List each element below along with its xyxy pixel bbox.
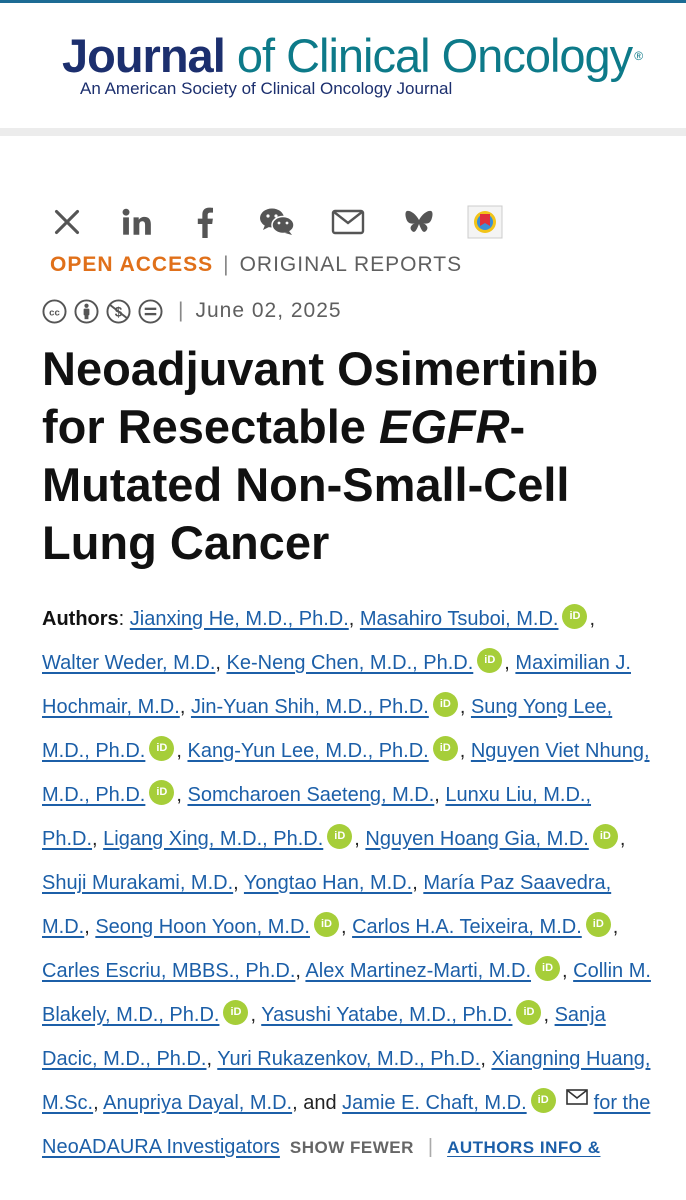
orcid-icon[interactable]: iD: [592, 824, 618, 849]
orcid-icon[interactable]: iD: [327, 824, 353, 849]
author-comma: ,: [340, 916, 353, 938]
author-link[interactable]: Anupriya Dayal, M.D.: [103, 1092, 292, 1114]
author-comma: ,: [176, 784, 188, 806]
author-link-last[interactable]: Jamie E. Chaft, M.D.: [342, 1092, 527, 1114]
article-meta-line: OPEN ACCESS | ORIGINAL REPORTS: [50, 253, 462, 277]
email-icon[interactable]: [325, 200, 371, 244]
logo-word-journal: Journal: [62, 29, 226, 82]
journal-logo[interactable]: Journal of Clinical Oncology ®: [62, 29, 643, 82]
orcid-icon[interactable]: iD: [149, 736, 175, 761]
authors-info-link[interactable]: AUTHORS INFO &: [447, 1138, 600, 1157]
author-link[interactable]: Carles Escriu, MBBS., Ph.D.: [42, 960, 295, 982]
date-separator: |: [178, 299, 184, 322]
author-link[interactable]: Jin-Yuan Shih, M.D., Ph.D.: [191, 696, 429, 718]
author-link[interactable]: Yuri Rukazenkov, M.D., Ph.D.: [217, 1048, 480, 1070]
authors-block: Authors: Jianxing He, M.D., Ph.D., Masah…: [42, 597, 652, 1170]
authors-label: Authors: [42, 608, 119, 630]
article-type[interactable]: ORIGINAL REPORTS: [240, 253, 463, 276]
author-link[interactable]: Shuji Murakami, M.D.: [42, 872, 233, 894]
author-comma: ,: [480, 1048, 492, 1070]
author-comma: ,: [412, 872, 424, 894]
bluesky-icon[interactable]: [396, 200, 442, 244]
article-title: Neoadjuvant Osimertinib for Resectable E…: [42, 340, 652, 572]
orcid-icon[interactable]: iD: [223, 1000, 249, 1025]
x-icon[interactable]: [44, 200, 90, 244]
orcid-icon[interactable]: iD: [149, 780, 175, 805]
authors-colon: :: [118, 608, 130, 630]
author-link[interactable]: Jianxing He, M.D., Ph.D.: [130, 608, 349, 630]
author-link[interactable]: Carlos H.A. Teixeira, M.D.: [352, 916, 582, 938]
journal-subtitle: An American Society of Clinical Oncology…: [80, 79, 453, 98]
author-comma: ,: [176, 740, 188, 762]
orcid-icon[interactable]: iD: [535, 956, 561, 981]
license-line: cc $ | June 02, 2025: [42, 295, 342, 327]
author-comma: ,: [348, 608, 360, 630]
site-header: Journal of Clinical Oncology ® An America…: [0, 3, 686, 129]
author-comma: ,: [504, 652, 516, 674]
orcid-icon[interactable]: iD: [313, 912, 339, 937]
cc-icon[interactable]: cc: [42, 298, 67, 324]
show-fewer-button[interactable]: SHOW FEWER: [290, 1138, 414, 1157]
author-comma: ,: [543, 1004, 555, 1026]
author-link[interactable]: Alex Martinez-Marti, M.D.: [305, 960, 531, 982]
attribution-icon[interactable]: [74, 298, 99, 324]
author-link[interactable]: Ke-Neng Chen, M.D., Ph.D.: [227, 652, 474, 674]
author-comma: ,: [206, 1048, 218, 1070]
orcid-icon[interactable]: iD: [432, 736, 458, 761]
author-link[interactable]: Nguyen Hoang Gia, M.D.: [365, 828, 588, 850]
author-comma: ,: [459, 696, 471, 718]
wechat-icon[interactable]: [254, 200, 300, 244]
publication-date: June 02, 2025: [195, 299, 342, 322]
facebook-icon[interactable]: [182, 200, 228, 244]
noderivatives-icon[interactable]: [138, 298, 163, 324]
logo-word-rest: of Clinical Oncology: [224, 29, 633, 82]
linkedin-icon[interactable]: [114, 200, 160, 244]
author-comma: ,: [84, 916, 96, 938]
author-comma: ,: [250, 1004, 262, 1026]
email-author-icon[interactable]: [565, 1089, 588, 1105]
noncommercial-icon[interactable]: $: [106, 298, 131, 324]
header-divider: [0, 128, 686, 136]
meta-separator: |: [223, 253, 230, 276]
author-comma: ,: [295, 960, 306, 982]
orcid-icon[interactable]: iD: [432, 692, 458, 717]
author-comma: ,: [562, 960, 574, 982]
author-link[interactable]: Somcharoen Saeteng, M.D.: [187, 784, 434, 806]
author-comma: ,: [459, 740, 471, 762]
author-link[interactable]: Seong Hoon Yoon, M.D.: [95, 916, 310, 938]
author-comma: ,: [354, 828, 366, 850]
author-comma: ,: [215, 652, 227, 674]
author-comma: ,: [589, 608, 596, 630]
orcid-icon[interactable]: iD: [562, 604, 588, 629]
authors-conjunction: , and: [292, 1092, 343, 1114]
author-comma: ,: [612, 916, 619, 938]
author-comma: ,: [93, 1092, 104, 1114]
authors-separator: |: [427, 1136, 434, 1158]
mendeley-icon[interactable]: [462, 200, 508, 244]
orcid-icon[interactable]: iD: [530, 1088, 556, 1113]
orcid-icon[interactable]: iD: [516, 1000, 542, 1025]
author-link[interactable]: Ligang Xing, M.D., Ph.D.: [103, 828, 323, 850]
author-comma: ,: [619, 828, 626, 850]
orcid-icon[interactable]: iD: [477, 648, 503, 673]
author-comma: ,: [179, 696, 191, 718]
title-italic-gene: EGFR: [378, 400, 510, 453]
author-link[interactable]: Walter Weder, M.D.: [42, 652, 215, 674]
orcid-icon[interactable]: iD: [585, 912, 611, 937]
author-comma: ,: [233, 872, 244, 894]
author-link[interactable]: Kang-Yun Lee, M.D., Ph.D.: [187, 740, 428, 762]
author-list: Jianxing He, M.D., Ph.D., Masahiro Tsubo…: [42, 604, 651, 1114]
author-comma: ,: [92, 828, 104, 850]
open-access-badge: OPEN ACCESS: [50, 253, 214, 276]
author-comma: ,: [434, 784, 446, 806]
logo-registered-mark: ®: [634, 49, 643, 63]
author-link[interactable]: Yasushi Yatabe, M.D., Ph.D.: [261, 1004, 512, 1026]
author-link[interactable]: Masahiro Tsuboi, M.D.: [360, 608, 559, 630]
author-link[interactable]: Yongtao Han, M.D.: [244, 872, 412, 894]
svg-text:cc: cc: [49, 307, 60, 318]
